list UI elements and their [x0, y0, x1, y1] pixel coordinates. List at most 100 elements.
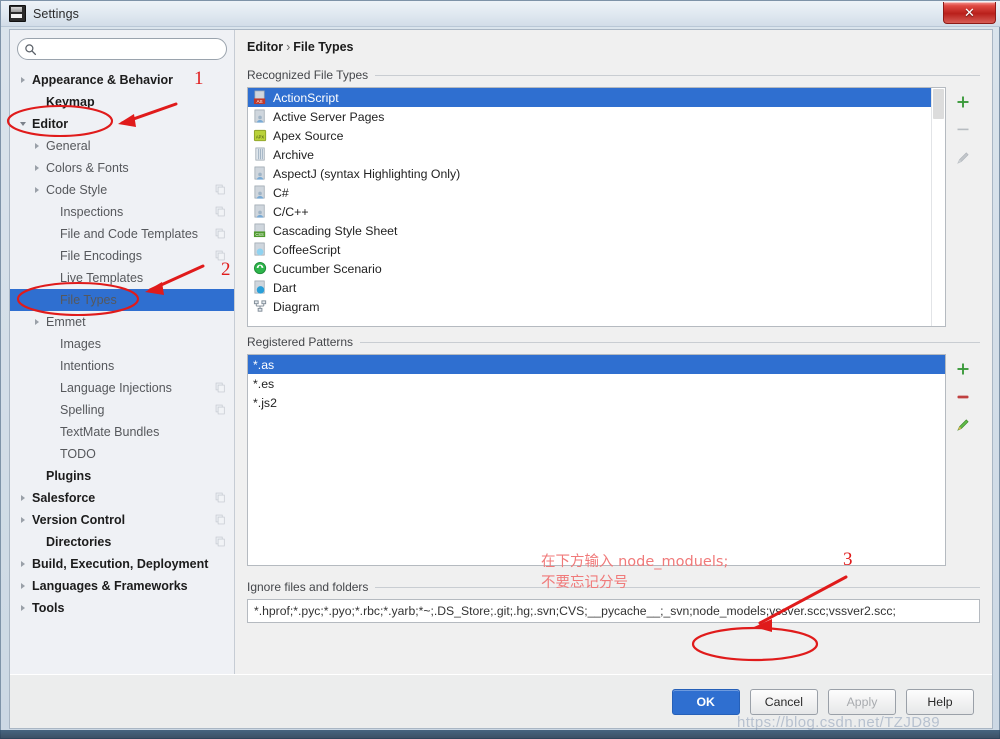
apply-button[interactable]: Apply — [828, 688, 896, 715]
sidebar-item-file-encodings[interactable]: File Encodings — [10, 245, 234, 267]
chevron-right-icon[interactable] — [16, 492, 29, 505]
sidebar-item-label: Plugins — [46, 469, 92, 483]
chevron-right-icon[interactable] — [16, 74, 29, 87]
sidebar-item-appearance-behavior[interactable]: Appearance & Behavior — [10, 69, 234, 91]
close-icon: ✕ — [964, 5, 975, 20]
chevron-right-icon[interactable] — [16, 602, 29, 615]
file-type-row[interactable]: CSS Cascading Style Sheet — [248, 221, 945, 240]
file-type-row[interactable]: APX Apex Source — [248, 126, 945, 145]
minus-icon — [957, 128, 969, 131]
recognized-file-types-list[interactable]: AS ActionScript Active Server Pages APX Apex… — [247, 87, 946, 327]
archive-file-icon — [253, 147, 268, 162]
window-titlebar: Settings ✕ — [1, 1, 1000, 27]
chevron-right-icon[interactable] — [30, 316, 43, 329]
registered-patterns-group: Registered Patterns *.as *.es *.js2 — [247, 335, 980, 566]
pattern-row[interactable]: *.es — [248, 374, 945, 393]
sidebar-item-inspections[interactable]: Inspections — [10, 201, 234, 223]
recognized-list-scrollbar[interactable] — [931, 88, 945, 326]
sidebar-item-label: TODO — [60, 447, 96, 461]
file-type-row[interactable]: Cucumber Scenario — [248, 259, 945, 278]
sidebar-item-label: General — [46, 139, 91, 153]
breadcrumb-parent[interactable]: Editor — [247, 40, 283, 54]
recognized-file-types-row: AS ActionScript Active Server Pages APX Apex… — [247, 87, 980, 327]
remove-pattern-button[interactable] — [952, 386, 974, 408]
sidebar-item-file-and-code-templates[interactable]: File and Code Templates — [10, 223, 234, 245]
registered-patterns-list[interactable]: *.as *.es *.js2 — [247, 354, 946, 566]
chevron-right-icon[interactable] — [16, 514, 29, 527]
registered-patterns-toolbar — [946, 354, 980, 566]
sidebar-item-keymap[interactable]: Keymap — [10, 91, 234, 113]
coffeescript-file-icon — [253, 242, 268, 257]
file-type-row[interactable]: Active Server Pages — [248, 107, 945, 126]
ignore-files-title: Ignore files and folders — [247, 580, 980, 594]
sidebar-item-textmate-bundles[interactable]: TextMate Bundles — [10, 421, 234, 443]
copy-settings-icon — [215, 228, 225, 239]
file-type-row[interactable]: Diagram — [248, 297, 945, 316]
sidebar-item-plugins[interactable]: Plugins — [10, 465, 234, 487]
file-type-row[interactable]: AspectJ (syntax Highlighting Only) — [248, 164, 945, 183]
sidebar-item-todo[interactable]: TODO — [10, 443, 234, 465]
edit-pattern-button[interactable] — [952, 414, 974, 436]
file-type-row[interactable]: Archive — [248, 145, 945, 164]
chevron-right-icon[interactable] — [16, 558, 29, 571]
cancel-button[interactable]: Cancel — [749, 688, 818, 715]
sidebar-item-label: Images — [60, 337, 101, 351]
add-file-type-button[interactable] — [952, 91, 974, 113]
sidebar-item-code-style[interactable]: Code Style — [10, 179, 234, 201]
search-box[interactable] — [17, 38, 227, 60]
css-file-icon: CSS — [253, 223, 268, 238]
search-input[interactable] — [41, 41, 220, 57]
sidebar-item-emmet[interactable]: Emmet — [10, 311, 234, 333]
close-window-button[interactable]: ✕ — [943, 2, 996, 24]
chevron-right-icon[interactable] — [30, 184, 43, 197]
sidebar-item-editor[interactable]: Editor — [10, 113, 234, 135]
sidebar-item-label: Build, Execution, Deployment — [32, 557, 209, 571]
sidebar-item-general[interactable]: General — [10, 135, 234, 157]
registered-patterns-row: *.as *.es *.js2 — [247, 354, 980, 566]
sidebar-item-salesforce[interactable]: Salesforce — [10, 487, 234, 509]
sidebar-item-version-control[interactable]: Version Control — [10, 509, 234, 531]
pattern-row[interactable]: *.as — [248, 355, 945, 374]
help-button[interactable]: Help — [906, 688, 974, 715]
file-type-row[interactable]: CoffeeScript — [248, 240, 945, 259]
ignore-files-input[interactable] — [247, 599, 980, 623]
sidebar-item-label: Live Templates — [60, 271, 144, 285]
file-type-label: C# — [273, 185, 289, 200]
sidebar-item-languages-frameworks[interactable]: Languages & Frameworks — [10, 575, 234, 597]
scrollbar-thumb[interactable] — [933, 89, 944, 119]
ignore-files-group: Ignore files and folders — [247, 580, 980, 623]
sidebar-item-file-types[interactable]: File Types — [10, 289, 234, 311]
recognized-file-types-label: Recognized File Types — [247, 68, 369, 82]
copy-settings-icon — [215, 250, 225, 261]
sidebar-item-language-injections[interactable]: Language Injections — [10, 377, 234, 399]
file-type-row[interactable]: AS ActionScript — [248, 88, 945, 107]
ignore-files-label: Ignore files and folders — [247, 580, 369, 594]
chevron-right-icon[interactable] — [30, 162, 43, 175]
file-type-row[interactable]: Dart — [248, 278, 945, 297]
asp-file-icon — [253, 109, 268, 124]
chevron-down-icon[interactable] — [16, 118, 29, 131]
add-pattern-button[interactable] — [952, 358, 974, 380]
sidebar-item-images[interactable]: Images — [10, 333, 234, 355]
sidebar-item-colors-fonts[interactable]: Colors & Fonts — [10, 157, 234, 179]
search-icon — [25, 43, 37, 55]
pattern-row[interactable]: *.js2 — [248, 393, 945, 412]
ok-button[interactable]: OK — [671, 688, 740, 715]
sidebar-item-directories[interactable]: Directories — [10, 531, 234, 553]
sidebar-item-build-execution-deployment[interactable]: Build, Execution, Deployment — [10, 553, 234, 575]
file-type-label: AspectJ (syntax Highlighting Only) — [273, 166, 461, 181]
file-type-row[interactable]: C/C++ — [248, 202, 945, 221]
sidebar-item-tools[interactable]: Tools — [10, 597, 234, 619]
sidebar-item-live-templates[interactable]: Live Templates — [10, 267, 234, 289]
chevron-right-icon[interactable] — [16, 580, 29, 593]
sidebar-item-spelling[interactable]: Spelling — [10, 399, 234, 421]
chevron-right-icon[interactable] — [30, 140, 43, 153]
registered-patterns-label: Registered Patterns — [247, 335, 354, 349]
file-type-row[interactable]: C# — [248, 183, 945, 202]
sidebar-item-intentions[interactable]: Intentions — [10, 355, 234, 377]
file-type-label: Diagram — [273, 299, 320, 314]
settings-tree[interactable]: Appearance & Behavior Keymap Editor General… — [10, 66, 234, 674]
svg-text:AS: AS — [256, 99, 262, 104]
sidebar-item-label: Code Style — [46, 183, 108, 197]
sidebar-item-label: Directories — [46, 535, 112, 549]
